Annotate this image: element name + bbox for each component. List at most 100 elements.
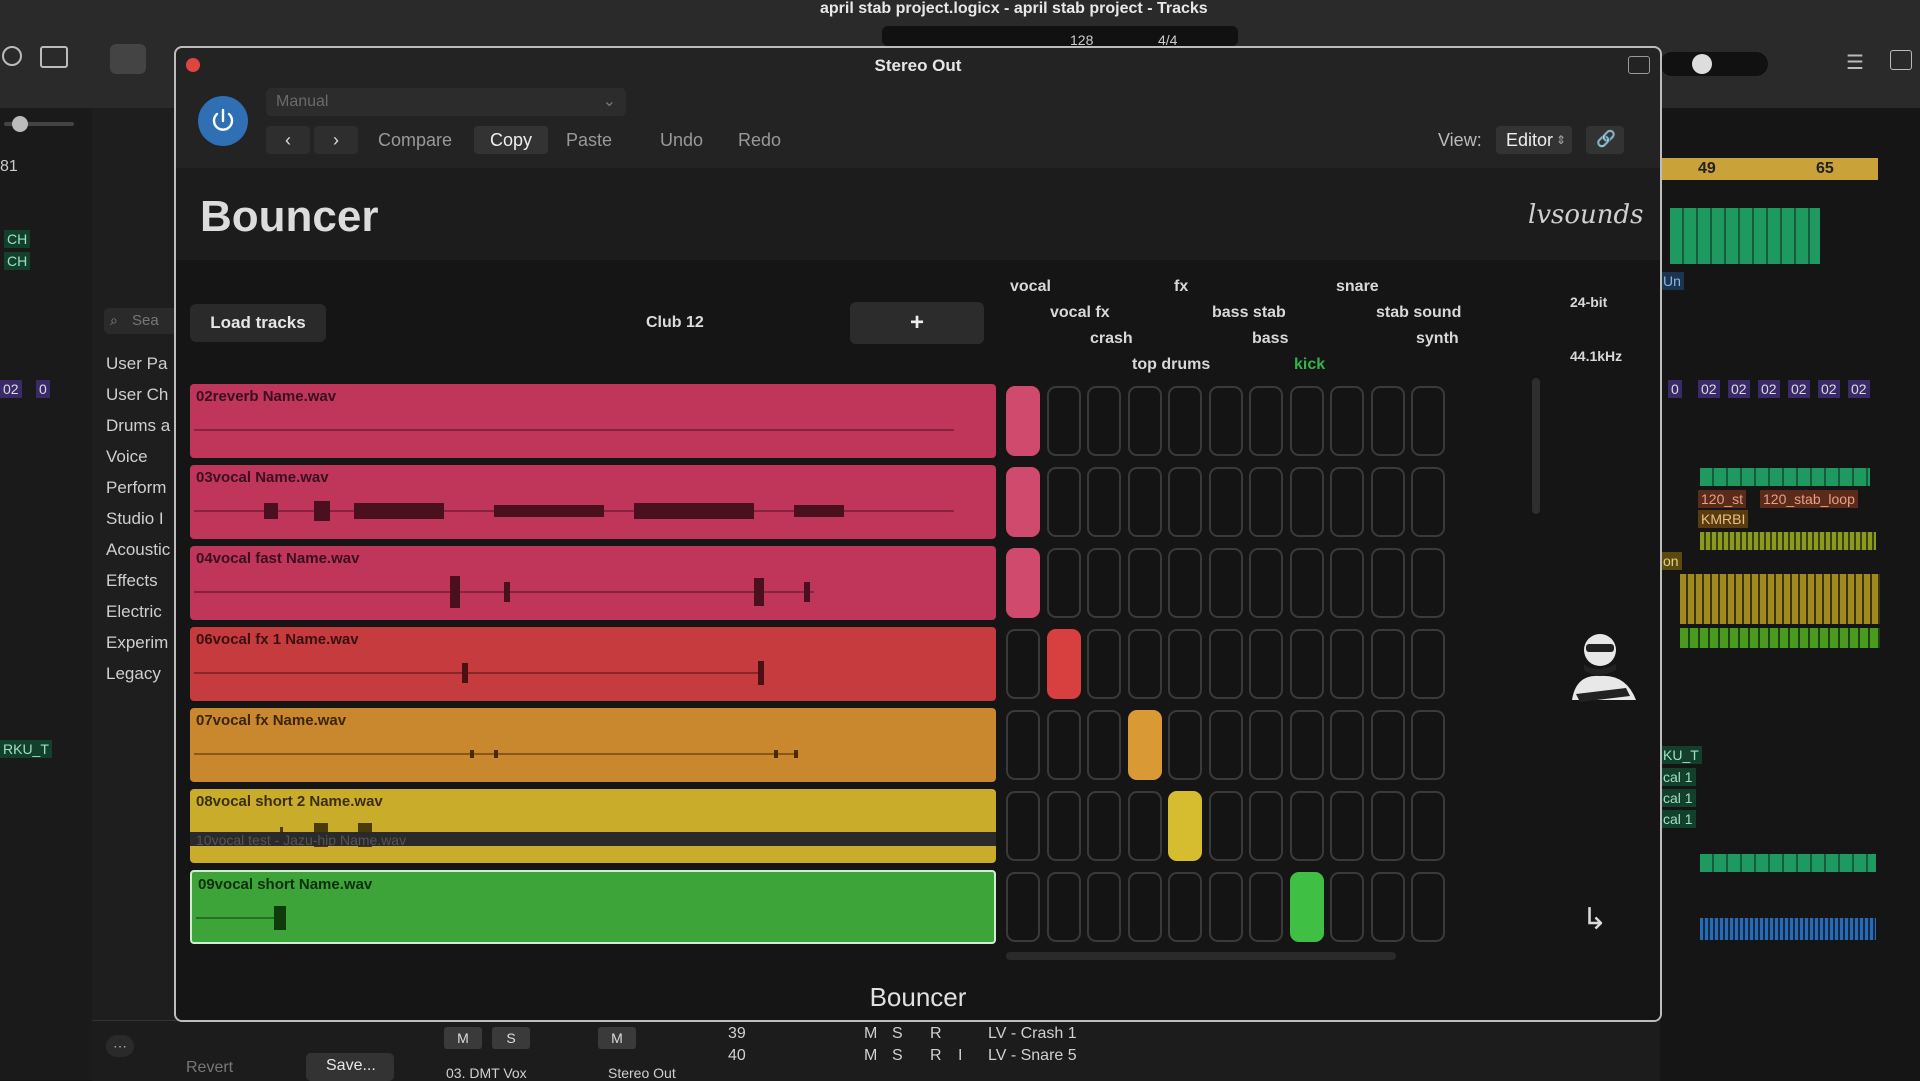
assign-pad[interactable] <box>1006 629 1040 699</box>
mute-button[interactable]: M <box>598 1027 636 1049</box>
assign-pad[interactable] <box>1289 791 1324 861</box>
assign-pad[interactable] <box>1208 872 1243 942</box>
preset-menu[interactable]: Manual ⌄ <box>266 88 626 116</box>
undo-button[interactable]: Undo <box>660 126 703 154</box>
assign-pad[interactable] <box>1370 791 1405 861</box>
browser-item[interactable]: Drums a <box>106 416 170 436</box>
assign-pad[interactable] <box>1006 710 1040 780</box>
browser-item[interactable]: Electric <box>106 602 162 622</box>
assign-pad[interactable] <box>1006 386 1040 456</box>
track-input[interactable]: I <box>958 1047 962 1065</box>
assign-pad[interactable] <box>1289 467 1324 537</box>
assign-pad[interactable] <box>1370 872 1405 942</box>
assign-pad[interactable] <box>1289 629 1324 699</box>
next-preset-button[interactable]: › <box>314 126 358 154</box>
expand-icon[interactable] <box>1628 56 1650 74</box>
assign-pad[interactable] <box>1370 386 1405 456</box>
assign-pad[interactable] <box>1087 548 1121 618</box>
redo-button[interactable]: Redo <box>738 126 781 154</box>
assign-pad[interactable] <box>1168 872 1202 942</box>
browser-search[interactable]: ⌕ Sea <box>104 308 180 334</box>
assign-pad[interactable] <box>1330 629 1364 699</box>
assign-pad[interactable] <box>1411 548 1445 618</box>
assign-pad[interactable] <box>1208 791 1243 861</box>
track-row-selected[interactable]: 09vocal short Name.wav <box>190 870 996 944</box>
assign-pad[interactable] <box>1330 386 1364 456</box>
assign-pad[interactable] <box>1046 710 1081 780</box>
share-icon[interactable] <box>40 46 68 68</box>
browser-item[interactable]: Perform <box>106 478 166 498</box>
assign-pad[interactable] <box>1087 791 1121 861</box>
assign-pad[interactable] <box>1046 467 1081 537</box>
assign-pad[interactable] <box>1411 467 1445 537</box>
assign-pad[interactable] <box>1127 629 1162 699</box>
link-button[interactable]: 🔗 <box>1586 126 1624 154</box>
mixer-icon[interactable] <box>1890 50 1912 70</box>
assign-pad[interactable] <box>1249 548 1283 618</box>
track-record[interactable]: R <box>930 1047 942 1065</box>
assign-pad[interactable] <box>1289 710 1324 780</box>
assign-pad[interactable] <box>1411 710 1445 780</box>
browser-item[interactable]: Voice <box>106 447 148 467</box>
assign-pad[interactable] <box>1370 548 1405 618</box>
assign-pad[interactable] <box>1046 791 1081 861</box>
browser-item[interactable]: User Ch <box>106 385 168 405</box>
power-button[interactable] <box>198 96 248 146</box>
track-solo[interactable]: S <box>892 1025 903 1043</box>
revert-button[interactable]: Revert <box>186 1059 233 1077</box>
assign-pad[interactable] <box>1006 467 1040 537</box>
browser-item[interactable]: Effects <box>106 571 158 591</box>
assign-pad[interactable] <box>1006 548 1040 618</box>
assign-pad[interactable] <box>1330 872 1364 942</box>
compare-button[interactable]: Compare <box>378 126 452 154</box>
assign-pad[interactable] <box>1087 872 1121 942</box>
assign-pad[interactable] <box>1168 791 1202 861</box>
assign-pad[interactable] <box>1330 467 1364 537</box>
assign-pad[interactable] <box>1330 791 1364 861</box>
assign-pad[interactable] <box>1087 710 1121 780</box>
assign-pad[interactable] <box>1289 548 1324 618</box>
assign-pad[interactable] <box>1208 467 1243 537</box>
library-toggle[interactable] <box>110 44 146 74</box>
assign-pad[interactable] <box>1087 386 1121 456</box>
return-arrow-icon[interactable]: ↳ <box>1582 902 1607 937</box>
assign-pad[interactable] <box>1168 548 1202 618</box>
horizontal-scrollbar[interactable] <box>1006 952 1396 960</box>
track-mute[interactable]: M <box>864 1047 877 1065</box>
browser-item[interactable]: User Pa <box>106 354 167 374</box>
assign-pad[interactable] <box>1249 386 1283 456</box>
track-row-partial[interactable]: 10vocal test - Jazu-hip Name.wav <box>190 832 996 846</box>
solo-button[interactable]: S <box>492 1027 530 1049</box>
mute-button[interactable]: M <box>444 1027 482 1049</box>
assign-pad[interactable] <box>1411 629 1445 699</box>
search-icon[interactable] <box>2 46 22 66</box>
browser-item[interactable]: Studio I <box>106 509 164 529</box>
assign-pad[interactable] <box>1249 791 1283 861</box>
assign-pad[interactable] <box>1411 872 1445 942</box>
save-button[interactable]: Save... <box>306 1053 394 1081</box>
view-select[interactable]: Editor ⇕ <box>1496 126 1572 154</box>
assign-pad[interactable] <box>1411 791 1445 861</box>
browser-item[interactable]: Legacy <box>106 664 161 684</box>
load-tracks-button[interactable]: Load tracks <box>190 304 326 342</box>
assign-pad[interactable] <box>1249 710 1283 780</box>
assign-pad[interactable] <box>1127 710 1162 780</box>
left-slider[interactable] <box>4 116 74 132</box>
assign-pad[interactable] <box>1168 467 1202 537</box>
vertical-scrollbar[interactable] <box>1532 378 1540 514</box>
assign-pad[interactable] <box>1127 386 1162 456</box>
assign-pad[interactable] <box>1087 629 1121 699</box>
paste-button[interactable]: Paste <box>566 126 612 154</box>
assign-pad[interactable] <box>1249 467 1283 537</box>
assign-pad[interactable] <box>1208 629 1243 699</box>
track-row[interactable]: 06vocal fx 1 Name.wav <box>190 627 996 701</box>
assign-pad[interactable] <box>1127 791 1162 861</box>
assign-pad[interactable] <box>1208 548 1243 618</box>
track-row[interactable]: 02reverb Name.wav <box>190 384 996 458</box>
assign-pad[interactable] <box>1006 791 1040 861</box>
assign-pad[interactable] <box>1168 386 1202 456</box>
assign-pad[interactable] <box>1330 548 1364 618</box>
copy-button[interactable]: Copy <box>474 126 549 154</box>
prev-preset-button[interactable]: ‹ <box>266 126 310 154</box>
assign-pad[interactable] <box>1370 629 1405 699</box>
